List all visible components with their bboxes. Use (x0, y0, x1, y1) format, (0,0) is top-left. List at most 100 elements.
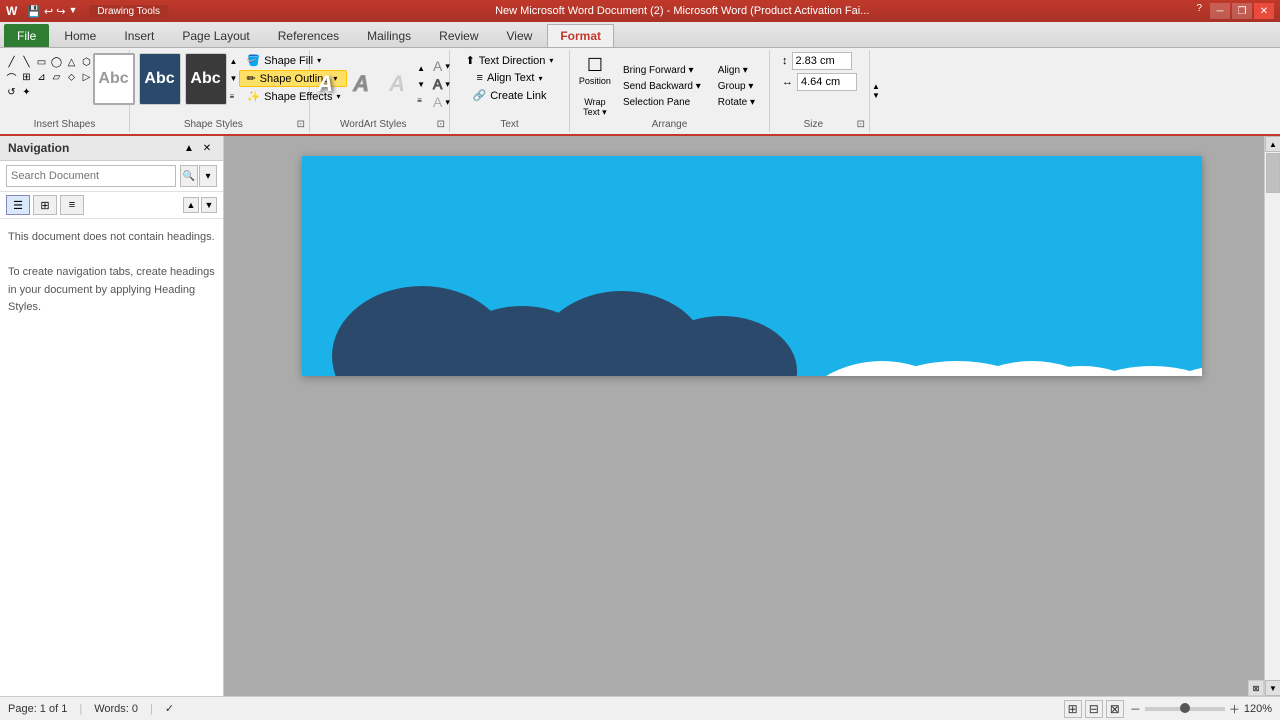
text-direction-button[interactable]: ⬆ Text Direction ▾ (459, 52, 561, 69)
nav-view-results[interactable]: ≡ (60, 195, 84, 215)
bring-forward-button[interactable]: Bring Forward ▾ (616, 63, 708, 78)
send-backward-button[interactable]: Send Backward ▾ (616, 79, 708, 94)
scroll-down-arrow[interactable]: ▼ (1265, 680, 1280, 696)
shape-style-3[interactable]: Abc (185, 53, 227, 105)
titlebar-controls: ? ─ ❐ ✕ (1196, 3, 1274, 19)
word-icon: W (6, 4, 17, 18)
create-link-icon: 🔗 (473, 89, 487, 102)
height-row: ↕ (782, 52, 857, 70)
quick-more[interactable]: ▼ (68, 5, 77, 18)
wordart-up[interactable]: ▲ (417, 64, 425, 73)
wordart-style-3[interactable]: A (381, 60, 413, 108)
search-button[interactable]: 🔍 (180, 165, 198, 187)
zoom-slider-track[interactable] (1145, 707, 1225, 711)
shape-tool-18[interactable]: ✦ (20, 85, 34, 99)
shape-tool-9[interactable]: ⌒ (5, 70, 19, 84)
help-icon[interactable]: ? (1196, 3, 1202, 19)
quick-save[interactable]: 💾 (27, 5, 41, 18)
align-button[interactable]: Align ▾ (711, 63, 762, 78)
main-area: Navigation ▲ ✕ 🔍 ▾ ☰ ⊞ ≡ ▲ ▼ This docume… (0, 136, 1280, 696)
width-input[interactable] (797, 73, 857, 91)
align-text-button[interactable]: ≡ Align Text ▾ (470, 70, 550, 86)
restore-button[interactable]: ❐ (1232, 3, 1252, 19)
nav-view-btns: ☰ ⊞ ≡ ▲ ▼ (0, 192, 223, 219)
align-text-arrow: ▾ (538, 74, 542, 83)
nav-expand-button[interactable]: ▲ (181, 140, 197, 156)
tab-references[interactable]: References (265, 24, 352, 47)
nav-close-button[interactable]: ✕ (199, 140, 215, 156)
view-normal-icon[interactable]: ⊞ (1064, 700, 1082, 718)
text-fill-btn[interactable]: A ▾ (433, 58, 450, 74)
zoom-slider-thumb[interactable] (1180, 703, 1190, 713)
tab-page-layout[interactable]: Page Layout (169, 24, 262, 47)
shape-tool-11[interactable]: ⊿ (35, 70, 49, 84)
shape-styles-dialog[interactable]: ⊡ (297, 119, 305, 130)
wordart-more[interactable]: ≡ (417, 96, 425, 105)
tab-format[interactable]: Format (547, 24, 614, 47)
quick-undo[interactable]: ↩ (44, 5, 53, 18)
text-effects-btn[interactable]: A ▾ (433, 94, 450, 110)
shape-tool-17[interactable]: ↺ (5, 85, 19, 99)
zoom-in-button[interactable]: ＋ (1229, 701, 1240, 717)
scroll-up-arrow[interactable]: ▲ (1265, 136, 1280, 152)
shape-tool-5[interactable]: △ (65, 55, 79, 69)
shape-tool-13[interactable]: ⬦ (65, 70, 79, 84)
ribbon-scroll-up[interactable]: ▲ (872, 82, 880, 91)
tab-view[interactable]: View (494, 24, 546, 47)
shape-styles-up[interactable]: ▲ (230, 57, 238, 66)
nav-view-pages[interactable]: ⊞ (33, 195, 57, 215)
ribbon-scroll[interactable]: ▲ ▼ (870, 50, 882, 132)
create-link-button[interactable]: 🔗 Create Link (466, 87, 554, 104)
scroll-thumb[interactable] (1266, 153, 1280, 193)
shape-tool-12[interactable]: ▱ (50, 70, 64, 84)
text-outline-btn[interactable]: A ▾ (433, 76, 450, 92)
size-dialog[interactable]: ⊡ (857, 119, 865, 130)
nav-next-arrow[interactable]: ▼ (201, 197, 217, 213)
scroll-track[interactable] (1265, 152, 1280, 680)
nav-prev-arrow[interactable]: ▲ (183, 197, 199, 213)
text-group-label: Text (450, 119, 569, 130)
tab-insert[interactable]: Insert (111, 24, 167, 47)
position-button[interactable]: ☐ Position (577, 52, 613, 94)
height-icon: ↕ (782, 55, 788, 67)
view-web-icon[interactable]: ⊠ (1106, 700, 1124, 718)
wordart-style-2[interactable]: A (345, 60, 377, 108)
shape-tool-1[interactable]: ╱ (5, 55, 19, 69)
wordart-style-1[interactable]: A (309, 60, 341, 108)
shape-styles-down[interactable]: ▼ (230, 74, 238, 83)
tab-file[interactable]: File (4, 24, 49, 47)
text-direction-icon: ⬆ (466, 54, 475, 67)
ribbon-scroll-down[interactable]: ▼ (872, 91, 880, 100)
document-page[interactable] (302, 156, 1202, 376)
group-button[interactable]: Group ▾ (711, 79, 762, 94)
corner-resize-handle[interactable]: ⊠ (1248, 680, 1264, 696)
arrange-col2: Align ▾ Group ▾ Rotate ▾ (711, 63, 762, 110)
tab-home[interactable]: Home (51, 24, 109, 47)
shape-tool-2[interactable]: ╲ (20, 55, 34, 69)
selection-pane-button[interactable]: Selection Pane (616, 95, 708, 110)
tab-review[interactable]: Review (426, 24, 491, 47)
spell-check-icon[interactable]: ✓ (165, 702, 174, 715)
shape-tool-3[interactable]: ▭ (35, 55, 49, 69)
shape-tool-10[interactable]: ⊞ (20, 70, 34, 84)
wordart-dialog[interactable]: ⊡ (437, 119, 445, 130)
shape-styles-more[interactable]: ≡ (230, 92, 238, 101)
height-input[interactable] (792, 52, 852, 70)
wrap-text-button[interactable]: Wrap Text ▾ (577, 95, 613, 121)
tab-mailings[interactable]: Mailings (354, 24, 424, 47)
zoom-out-button[interactable]: － (1130, 701, 1141, 717)
shape-style-1[interactable]: Abc (93, 53, 135, 105)
nav-view-headings[interactable]: ☰ (6, 195, 30, 215)
minimize-button[interactable]: ─ (1210, 3, 1230, 19)
shape-tool-4[interactable]: ◯ (50, 55, 64, 69)
shape-style-2[interactable]: Abc (139, 53, 181, 105)
search-input[interactable] (6, 165, 176, 187)
quick-redo[interactable]: ↪ (56, 5, 65, 18)
create-link-label: Create Link (490, 90, 546, 102)
search-dropdown-button[interactable]: ▾ (199, 165, 217, 187)
view-reader-icon[interactable]: ⊟ (1085, 700, 1103, 718)
wordart-down[interactable]: ▼ (417, 80, 425, 89)
close-button[interactable]: ✕ (1254, 3, 1274, 19)
wrap-text-label2: Text ▾ (583, 107, 607, 118)
rotate-button[interactable]: Rotate ▾ (711, 95, 762, 110)
